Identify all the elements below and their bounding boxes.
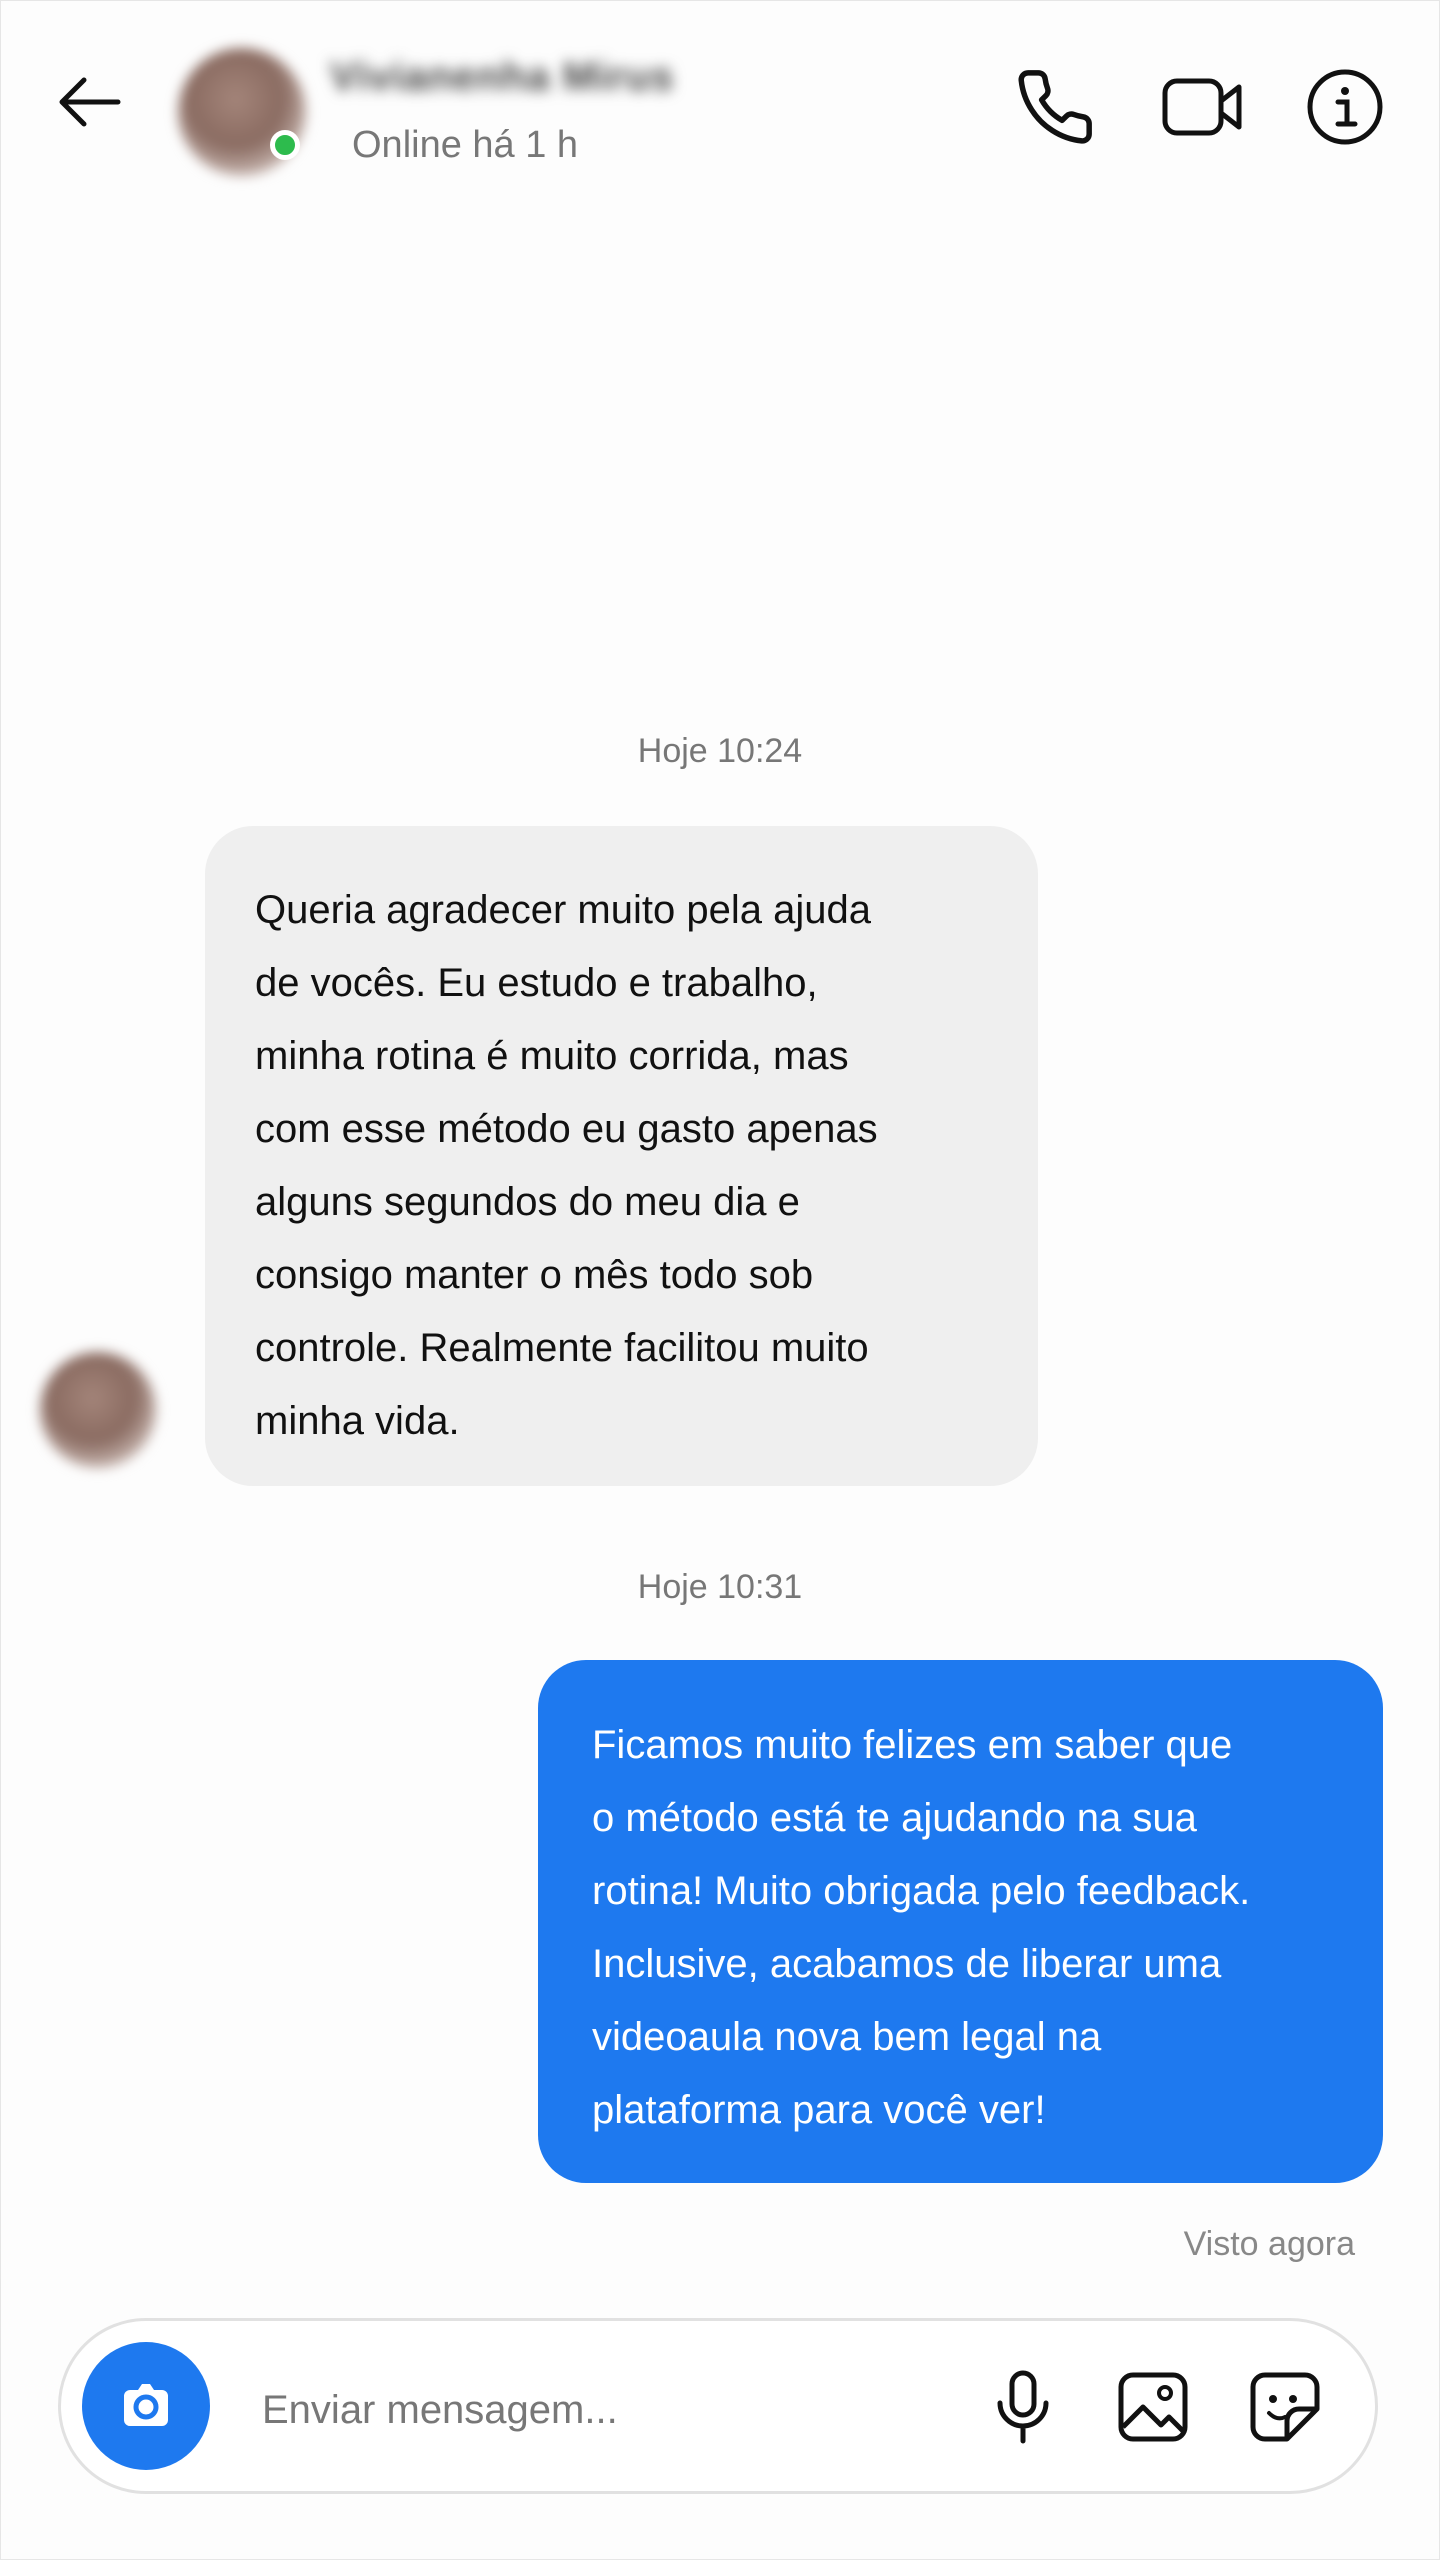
seen-status: Visto agora	[1183, 2225, 1355, 2263]
video-call-button[interactable]	[1158, 62, 1248, 152]
chat-header: Vivianenha Mirus Online há 1 h	[0, 0, 1440, 200]
camera-button[interactable]	[82, 2342, 210, 2470]
online-status: Online há 1 h	[352, 124, 579, 166]
contact-name[interactable]: Vivianenha Mirus	[330, 55, 674, 100]
sticker-button[interactable]	[1240, 2362, 1330, 2452]
voice-message-button[interactable]	[978, 2362, 1068, 2452]
camera-icon	[124, 2384, 168, 2426]
message-input[interactable]	[262, 2370, 922, 2450]
arrow-left-icon	[59, 77, 121, 127]
call-button[interactable]	[1010, 62, 1100, 152]
message-timestamp: Hoje 10:31	[637, 1568, 803, 1606]
message-timestamp: Hoje 10:24	[637, 732, 803, 770]
back-button[interactable]	[50, 62, 130, 142]
sticker-icon	[1250, 2372, 1320, 2442]
info-button[interactable]	[1300, 62, 1390, 152]
phone-icon	[1018, 70, 1092, 144]
outgoing-message-bubble[interactable]: Ficamos muito felizes em saber que o mét…	[538, 1660, 1383, 2183]
microphone-icon	[997, 2370, 1049, 2444]
incoming-message-bubble[interactable]: Queria agradecer muito pela ajuda de voc…	[205, 826, 1038, 1486]
image-icon	[1118, 2372, 1188, 2442]
info-icon	[1307, 69, 1383, 145]
sender-avatar[interactable]	[40, 1352, 156, 1468]
online-indicator	[270, 130, 300, 160]
video-camera-icon	[1162, 78, 1242, 136]
gallery-button[interactable]	[1108, 2362, 1198, 2452]
